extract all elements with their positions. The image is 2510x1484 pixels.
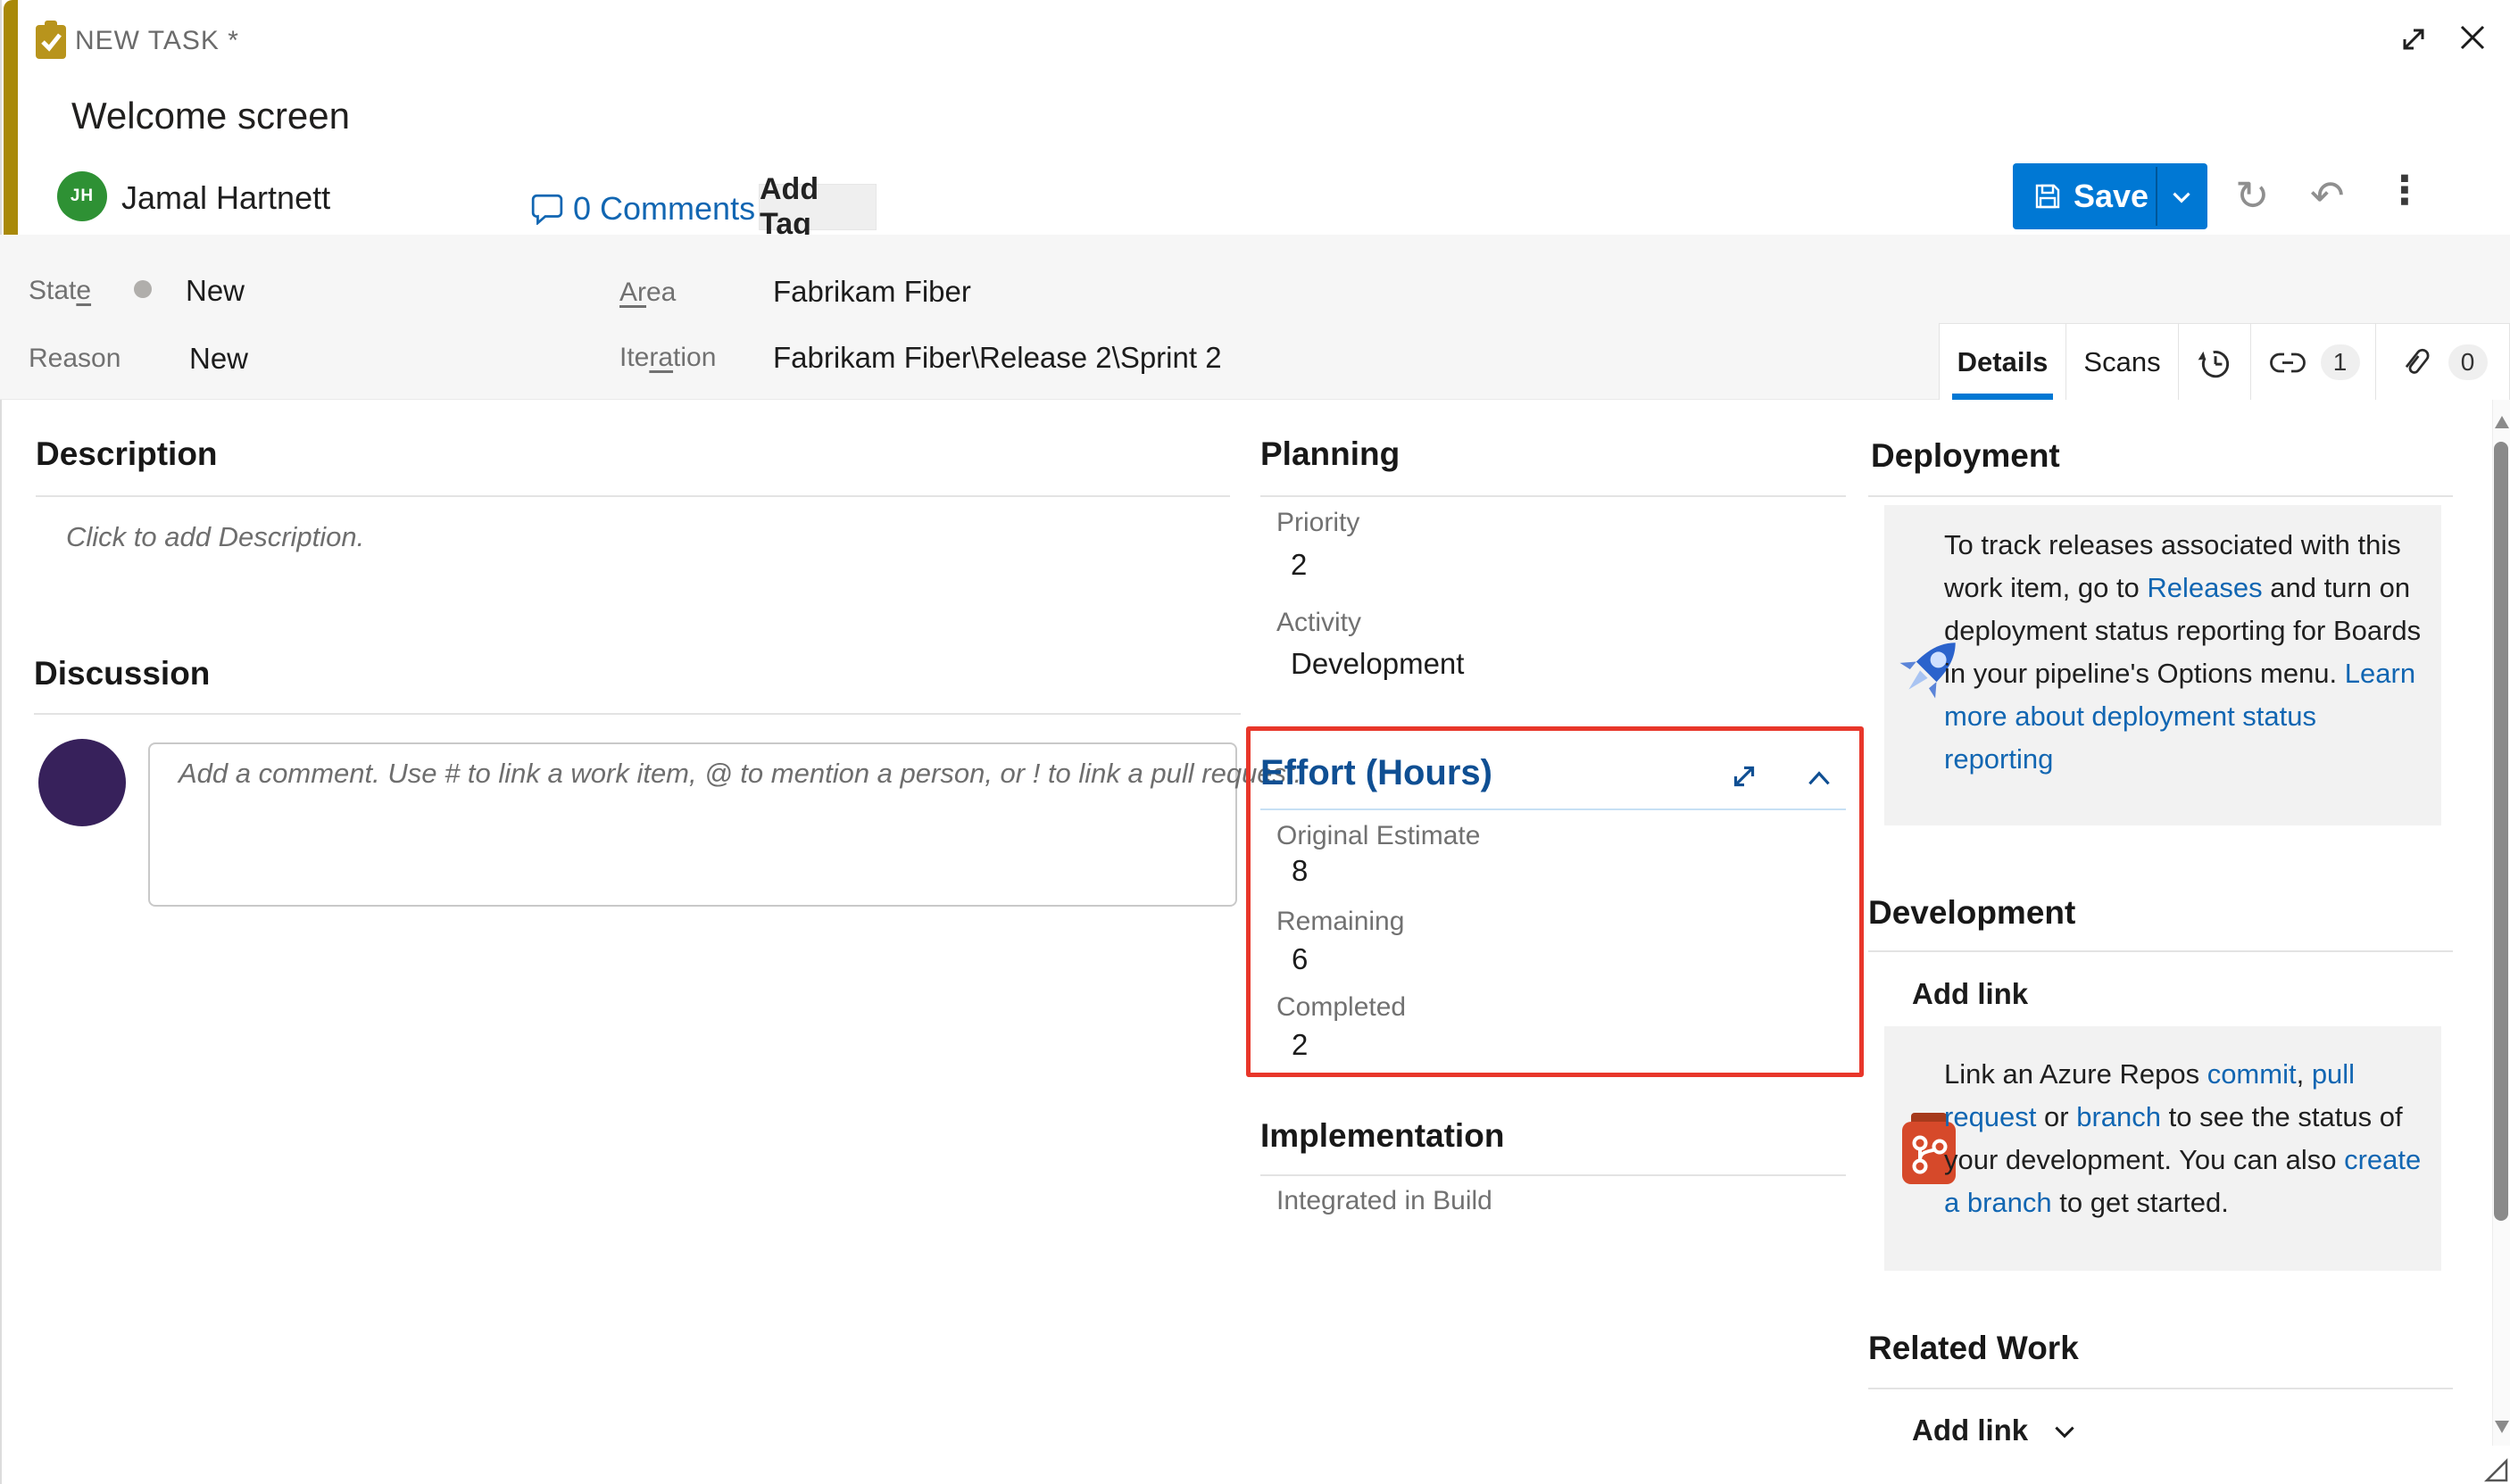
development-message: Link an Azure Repos commit, pull request… bbox=[1944, 1058, 2422, 1218]
priority-field[interactable]: 2 bbox=[1291, 547, 1307, 583]
tab-details[interactable]: Details bbox=[1940, 324, 2066, 400]
tab-scans[interactable]: Scans bbox=[2066, 324, 2179, 400]
tab-details-label: Details bbox=[1957, 345, 2049, 377]
history-icon bbox=[2196, 344, 2233, 381]
links-icon bbox=[2267, 344, 2308, 380]
priority-label: Priority bbox=[1276, 508, 1360, 537]
discussion-heading: Discussion bbox=[34, 655, 211, 692]
undo-icon[interactable]: ↶ bbox=[2310, 175, 2345, 216]
save-split-divider bbox=[2156, 167, 2157, 226]
inline-link[interactable]: commit bbox=[2207, 1058, 2297, 1090]
planning-heading: Planning bbox=[1260, 435, 1400, 472]
work-item-dialog: NEW TASK * Welcome screen JH Jamal Hartn… bbox=[0, 0, 2510, 1484]
comment-placeholder: Add a comment. Use # to link a work item… bbox=[179, 758, 1302, 789]
effort-divider bbox=[1260, 808, 1846, 810]
history-tab-button[interactable] bbox=[2179, 324, 2251, 400]
add-tag-button[interactable]: Add Tag bbox=[759, 172, 877, 241]
inline-link[interactable]: branch bbox=[2076, 1101, 2161, 1132]
original-estimate-label: Original Estimate bbox=[1276, 821, 1481, 850]
current-user-avatar bbox=[38, 739, 126, 826]
active-tab-indicator bbox=[1952, 394, 2053, 400]
effort-collapse-chevron-icon[interactable] bbox=[1803, 763, 1835, 795]
implementation-divider bbox=[1260, 1174, 1846, 1176]
planning-divider bbox=[1260, 495, 1846, 497]
comments-link[interactable]: 0 Comments bbox=[573, 190, 755, 228]
add-tag-label: Add Tag bbox=[760, 172, 819, 241]
resize-grip[interactable] bbox=[2473, 1447, 2510, 1484]
assignee-avatar[interactable]: JH bbox=[57, 171, 107, 221]
development-divider bbox=[1868, 950, 2453, 952]
dialog-left-border bbox=[0, 0, 2, 1484]
reason-label: Reason bbox=[29, 344, 121, 373]
comment-bubble-icon bbox=[530, 191, 564, 225]
original-estimate-field[interactable]: 8 bbox=[1292, 853, 1308, 889]
links-tab-button[interactable]: 1 bbox=[2251, 324, 2376, 400]
effort-expand-icon[interactable] bbox=[1728, 760, 1760, 792]
attachments-count-badge: 0 bbox=[2448, 344, 2488, 380]
attachments-tab-button[interactable]: 0 bbox=[2376, 324, 2509, 400]
iteration-field[interactable]: Fabrikam Fiber\Release 2\Sprint 2 bbox=[773, 340, 1222, 376]
activity-label: Activity bbox=[1276, 608, 1362, 637]
save-label: Save bbox=[2074, 178, 2149, 214]
completed-field[interactable]: 2 bbox=[1292, 1027, 1308, 1063]
assignee-initials: JH bbox=[70, 187, 95, 205]
scrollbar-thumb[interactable] bbox=[2494, 442, 2508, 1221]
related-work-divider bbox=[1868, 1388, 2453, 1389]
save-dropdown-chevron-icon[interactable] bbox=[2167, 183, 2196, 211]
task-type-color-bar bbox=[4, 0, 18, 235]
description-divider bbox=[36, 495, 1230, 497]
integrated-in-build-label: Integrated in Build bbox=[1276, 1186, 1492, 1215]
iteration-label: Iteration bbox=[619, 343, 717, 372]
related-work-add-link-button[interactable]: Add link bbox=[1912, 1413, 2079, 1448]
deployment-message: To track releases associated with this w… bbox=[1944, 529, 2422, 775]
work-item-type-label: NEW TASK * bbox=[75, 26, 239, 55]
completed-label: Completed bbox=[1276, 992, 1407, 1022]
development-heading: Development bbox=[1868, 894, 2076, 931]
reason-field[interactable]: New bbox=[189, 341, 248, 377]
more-options-kebab-icon[interactable]: ⋮ bbox=[2385, 171, 2424, 211]
related-work-add-link-label: Add link bbox=[1912, 1414, 2029, 1447]
paperclip-icon bbox=[2398, 344, 2436, 381]
save-button[interactable]: Save bbox=[2013, 163, 2207, 229]
remaining-label: Remaining bbox=[1276, 907, 1405, 936]
chevron-down-icon bbox=[2050, 1417, 2079, 1446]
links-count-badge: 1 bbox=[2320, 344, 2360, 380]
remaining-field[interactable]: 6 bbox=[1292, 941, 1308, 977]
refresh-icon[interactable]: ↻ bbox=[2235, 175, 2270, 216]
tab-scans-label: Scans bbox=[2083, 345, 2161, 377]
assignee-field[interactable]: Jamal Hartnett bbox=[121, 179, 330, 217]
close-icon[interactable] bbox=[2453, 18, 2492, 57]
implementation-heading: Implementation bbox=[1260, 1117, 1505, 1154]
activity-field[interactable]: Development bbox=[1291, 646, 1464, 682]
state-dot-icon bbox=[134, 280, 152, 298]
state-label: State bbox=[29, 276, 92, 305]
effort-heading: Effort (Hours) bbox=[1260, 753, 1492, 792]
inline-link[interactable]: Releases bbox=[2147, 572, 2262, 603]
scrollbar-up-arrow[interactable] bbox=[2495, 416, 2509, 428]
description-placeholder[interactable]: Click to add Description. bbox=[66, 520, 364, 554]
work-item-title-input[interactable]: Welcome screen bbox=[71, 94, 350, 138]
area-label: Area bbox=[619, 278, 677, 307]
save-icon bbox=[2032, 181, 2063, 211]
state-field[interactable]: New bbox=[186, 273, 245, 309]
description-heading: Description bbox=[36, 435, 218, 472]
discussion-divider bbox=[34, 713, 1241, 715]
maximize-icon[interactable] bbox=[2394, 20, 2433, 59]
tab-bar: Details Scans 1 0 bbox=[1939, 323, 2510, 400]
scrollbar-down-arrow[interactable] bbox=[2495, 1421, 2509, 1433]
task-type-icon bbox=[34, 20, 68, 61]
area-field[interactable]: Fabrikam Fiber bbox=[773, 274, 971, 310]
deployment-divider bbox=[1868, 495, 2453, 497]
development-add-link-button[interactable]: Add link bbox=[1912, 976, 2028, 1012]
related-work-heading: Related Work bbox=[1868, 1330, 2079, 1366]
deployment-heading: Deployment bbox=[1871, 437, 2060, 474]
